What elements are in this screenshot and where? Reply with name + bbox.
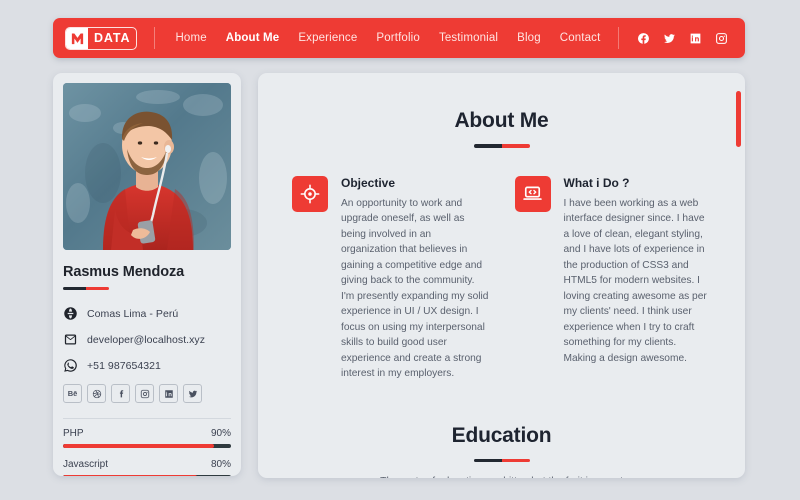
contact-phone[interactable]: +51 987654321	[63, 358, 231, 373]
nav-item-portfolio[interactable]: Portfolio	[375, 30, 421, 46]
globe-icon	[63, 306, 78, 321]
main-scrollbar-thumb[interactable]	[736, 91, 741, 147]
page-root: DATA Home About Me Experience Portfolio …	[0, 0, 800, 500]
top-navbar: DATA Home About Me Experience Portfolio …	[53, 18, 745, 58]
main-content-card: About Me Objective An opportunity to wor…	[258, 73, 745, 478]
about-column-objective: Objective An opportunity to work and upg…	[292, 175, 489, 382]
skill-php-fill	[63, 444, 215, 448]
linkedin-icon[interactable]	[159, 384, 178, 403]
education-section-title: Education	[451, 423, 552, 447]
skill-javascript: Javascript 80%	[63, 459, 231, 476]
site-logo[interactable]: DATA	[65, 26, 138, 50]
nav-social-divider	[618, 27, 619, 49]
nav-item-blog[interactable]: Blog	[516, 30, 542, 46]
main-content-inner: About Me Objective An opportunity to wor…	[258, 73, 745, 478]
contact-email-text: developer@localhost.xyz	[87, 333, 206, 346]
about-whatido-title: What i Do ?	[563, 175, 630, 190]
about-whatido-body: I have been working as a web interface d…	[563, 197, 707, 364]
about-columns: Objective An opportunity to work and upg…	[292, 175, 712, 382]
twitter-icon[interactable]	[183, 384, 202, 403]
contact-location[interactable]: Comas Lima - Perú	[63, 306, 231, 321]
skill-javascript-label: Javascript	[63, 459, 109, 470]
logo-text: DATA	[94, 30, 131, 45]
skill-php: PHP 90%	[63, 428, 231, 448]
about-objective-body: An opportunity to work and upgrade onese…	[341, 197, 489, 380]
skill-javascript-value: 80%	[210, 459, 231, 470]
sidebar-social-links: Bē	[63, 384, 231, 403]
nav-divider	[154, 27, 156, 49]
about-section-title: About Me	[454, 109, 549, 132]
skill-javascript-fill	[63, 475, 198, 476]
laptop-code-icon	[514, 175, 551, 212]
contact-email[interactable]: developer@localhost.xyz	[63, 332, 231, 347]
facebook-icon[interactable]	[111, 384, 130, 403]
skill-javascript-track	[63, 475, 231, 476]
instagram-icon[interactable]	[135, 384, 154, 403]
facebook-icon[interactable]	[637, 32, 650, 45]
contact-list: Comas Lima - Perú developer@localhost.xy…	[63, 306, 231, 373]
dribbble-icon[interactable]	[87, 384, 106, 403]
nav-item-testimonial[interactable]: Testimonial	[438, 30, 499, 46]
nav-links: Home About Me Experience Portfolio Testi…	[174, 30, 601, 46]
nav-item-about-me[interactable]: About Me	[225, 30, 281, 46]
profile-name: Rasmus Mendoza	[63, 264, 185, 280]
contact-location-text: Comas Lima - Perú	[87, 307, 179, 320]
skill-php-value: 90%	[210, 428, 231, 439]
skills-divider	[63, 418, 231, 419]
avatar	[63, 83, 231, 250]
header-social-links	[618, 27, 745, 49]
envelope-icon	[63, 332, 78, 347]
skills-list: PHP 90% Javascript 80%	[63, 418, 231, 476]
whatsapp-icon	[63, 358, 78, 373]
behance-icon[interactable]: Bē	[63, 384, 82, 403]
nav-item-contact[interactable]: Contact	[559, 30, 602, 46]
m-monogram-icon	[66, 27, 88, 49]
behance-glyph: Bē	[67, 389, 78, 398]
instagram-icon[interactable]	[715, 32, 728, 45]
about-objective-title: Objective	[341, 175, 396, 190]
education-title-underline	[473, 458, 530, 462]
education-section: Education The roots of education are bit…	[292, 424, 711, 479]
skill-php-track	[63, 444, 231, 448]
nav-item-experience[interactable]: Experience	[297, 30, 358, 46]
target-crosshair-icon	[292, 175, 328, 212]
education-subtitle: The roots of education are bitter, but t…	[292, 476, 711, 478]
twitter-icon[interactable]	[663, 32, 676, 45]
linkedin-icon[interactable]	[689, 32, 702, 45]
about-column-what-i-do: What i Do ? I have been working as a web…	[514, 175, 712, 382]
skill-php-label: PHP	[63, 428, 84, 439]
nav-item-home[interactable]: Home	[174, 30, 207, 46]
contact-phone-text: +51 987654321	[87, 359, 161, 372]
name-underline	[63, 287, 109, 290]
about-title-underline	[473, 144, 530, 148]
profile-sidebar-card: Rasmus Mendoza Comas Lima - Perú develop…	[53, 73, 241, 476]
